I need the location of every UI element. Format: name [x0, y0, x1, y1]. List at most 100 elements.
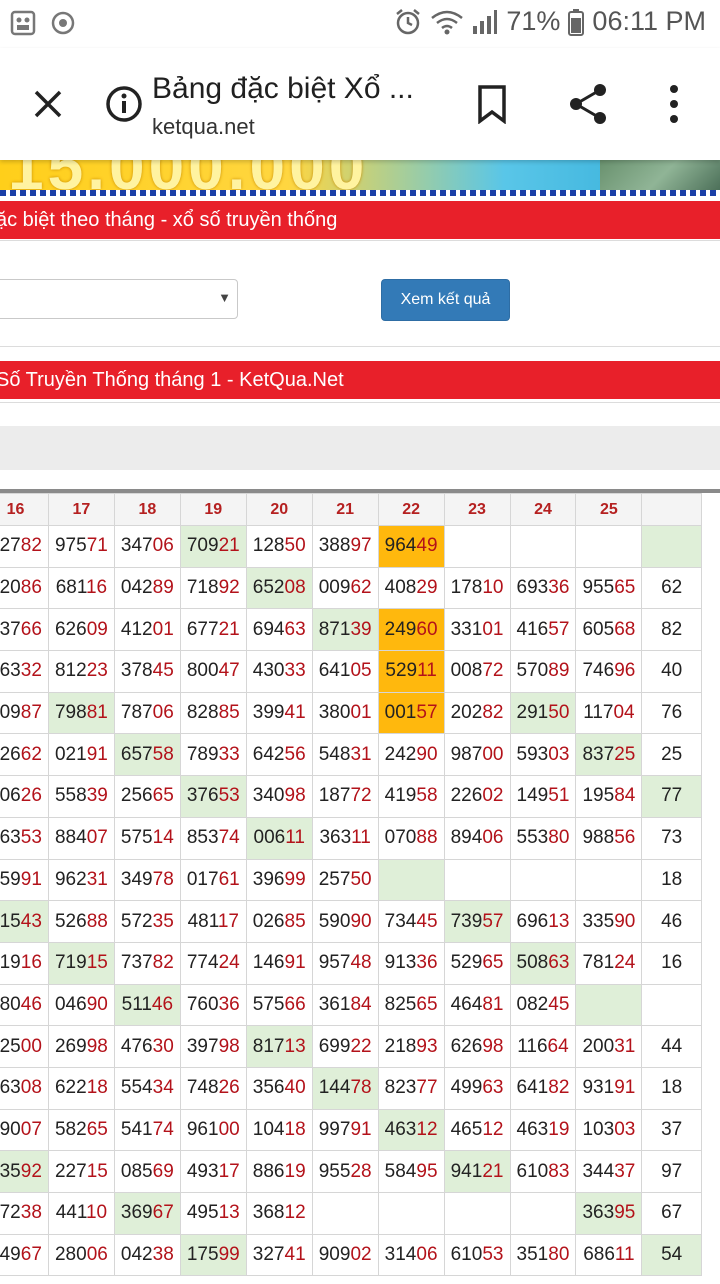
last-two-digits: 00	[20, 1035, 42, 1057]
result-cell: 76	[641, 691, 702, 735]
last-two-digits: 99	[284, 868, 306, 890]
result-cell: 13766	[0, 608, 49, 652]
last-two-digits: 12	[284, 1202, 306, 1224]
last-two-digits: 53	[20, 827, 42, 849]
result-cell: 40987	[0, 691, 49, 735]
table-row: 9250026998476303979881713699222189362698…	[0, 1025, 702, 1068]
last-two-digits: 14	[152, 827, 174, 849]
last-two-digits: 39	[86, 785, 108, 807]
result-cell: 62	[641, 566, 702, 610]
last-two-digits: 72	[482, 660, 504, 682]
result-cell: 95528	[311, 1150, 379, 1193]
result-cell	[443, 1192, 511, 1235]
last-two-digits: 82	[152, 952, 174, 974]
table-row: 17238441103696749513368123639567	[0, 1192, 702, 1235]
last-two-digits: 72	[350, 785, 372, 807]
last-two-digits: 17	[217, 910, 239, 932]
result-cell: 39941	[245, 691, 313, 735]
result-cell: 91336	[377, 941, 445, 985]
result-cell: 46481	[443, 983, 511, 1027]
view-results-button[interactable]: Xem kết quả	[381, 279, 510, 321]
month-select[interactable]: ▼	[0, 279, 238, 319]
result-cell: 88407	[47, 816, 115, 860]
last-two-digits: 81	[86, 702, 108, 724]
last-two-digits: 19	[548, 1118, 570, 1140]
last-two-digits: 95	[614, 1202, 636, 1224]
last-two-digits: 88	[86, 910, 108, 932]
result-cell: 89406	[443, 816, 511, 860]
last-two-digits: 29	[416, 577, 438, 599]
result-cell: 20031	[575, 1025, 643, 1068]
last-two-digits: 01	[482, 618, 504, 640]
dropdown-caret-icon: ▼	[218, 290, 231, 305]
last-two-digits: 89	[152, 577, 174, 599]
share-icon[interactable]	[566, 82, 610, 126]
result-cell: 64256	[245, 733, 313, 777]
result-cell: 39699	[245, 858, 313, 902]
last-two-digits: 74	[152, 1118, 174, 1140]
last-two-digits: 78	[350, 1077, 372, 1099]
result-cell: 59090	[311, 900, 379, 943]
result-cell: 55839	[47, 775, 115, 818]
divider	[0, 240, 720, 241]
more-options-icon[interactable]	[662, 82, 686, 126]
last-two-digits: 84	[350, 993, 372, 1015]
result-cell: 74826	[179, 1066, 247, 1110]
last-two-digits: 37	[614, 1160, 636, 1182]
result-cell: 72782	[0, 525, 49, 568]
result-cell: 04690	[47, 983, 115, 1027]
result-cell: 52688	[47, 900, 115, 943]
divider	[0, 402, 720, 403]
table-header-row: 16 17 18 19 20 21 22 23 24 25	[0, 493, 702, 526]
result-cell: 20282	[443, 691, 511, 735]
last-two-digits: 80	[548, 827, 570, 849]
promo-banner[interactable]: 15.000.000	[0, 160, 720, 196]
result-cell: 66332	[0, 650, 49, 693]
last-two-digits: 01	[350, 702, 372, 724]
last-two-digits: 66	[20, 618, 42, 640]
column-header-day: 18	[113, 493, 181, 526]
page-title: Bảng đặc biệt Xổ ...	[152, 72, 414, 105]
result-cell: 65991	[0, 858, 49, 902]
last-two-digits: 78	[152, 868, 174, 890]
close-icon[interactable]	[28, 84, 68, 124]
result-cell: 79881	[47, 691, 115, 735]
result-cell: 10418	[245, 1108, 313, 1152]
result-cell: 59303	[509, 733, 577, 777]
column-header-day: 22	[377, 493, 445, 526]
result-cell: 69922	[311, 1025, 379, 1068]
last-two-digits: 99	[218, 1244, 240, 1266]
last-two-digits: 12	[482, 1118, 504, 1140]
result-cell: 94967	[0, 1233, 49, 1277]
result-cell	[641, 525, 702, 568]
result-cell: 12850	[245, 525, 313, 568]
result-cell: 96231	[47, 858, 115, 902]
result-cell: 69613	[509, 900, 577, 943]
result-cell: 61083	[509, 1150, 577, 1193]
result-cell: 95748	[311, 941, 379, 985]
result-cell: 72662	[0, 733, 49, 777]
info-icon[interactable]	[104, 84, 144, 124]
last-two-digits: 57	[482, 910, 504, 932]
last-two-digits: 65	[152, 785, 174, 807]
bookmark-icon[interactable]	[474, 84, 510, 125]
table-body: 7278297571347067092112850388979644922086…	[0, 525, 702, 1277]
last-two-digits: 00	[482, 743, 504, 765]
column-header-day: 20	[245, 493, 313, 526]
last-two-digits: 15	[86, 1160, 108, 1182]
last-two-digits: 82	[20, 535, 42, 557]
last-two-digits: 24	[218, 952, 240, 974]
last-two-digits: 18	[86, 1077, 108, 1099]
result-cell: 46312	[377, 1108, 445, 1152]
results-table-container[interactable]: 16171819202122232425 7278297571347067092…	[0, 489, 720, 1284]
result-cell: 02191	[47, 733, 115, 777]
result-cell: 68116	[47, 566, 115, 610]
column-header-day: 16	[0, 493, 49, 526]
result-cell: 11664	[509, 1025, 577, 1068]
result-cell: 08569	[113, 1150, 181, 1193]
last-two-digits: 31	[86, 868, 108, 890]
result-cell: 58495	[377, 1150, 445, 1193]
last-two-digits: 46	[151, 993, 174, 1015]
result-cell: 88619	[245, 1150, 313, 1193]
section-header-text: ặc biệt theo tháng - xổ số truyền thống	[0, 209, 338, 231]
